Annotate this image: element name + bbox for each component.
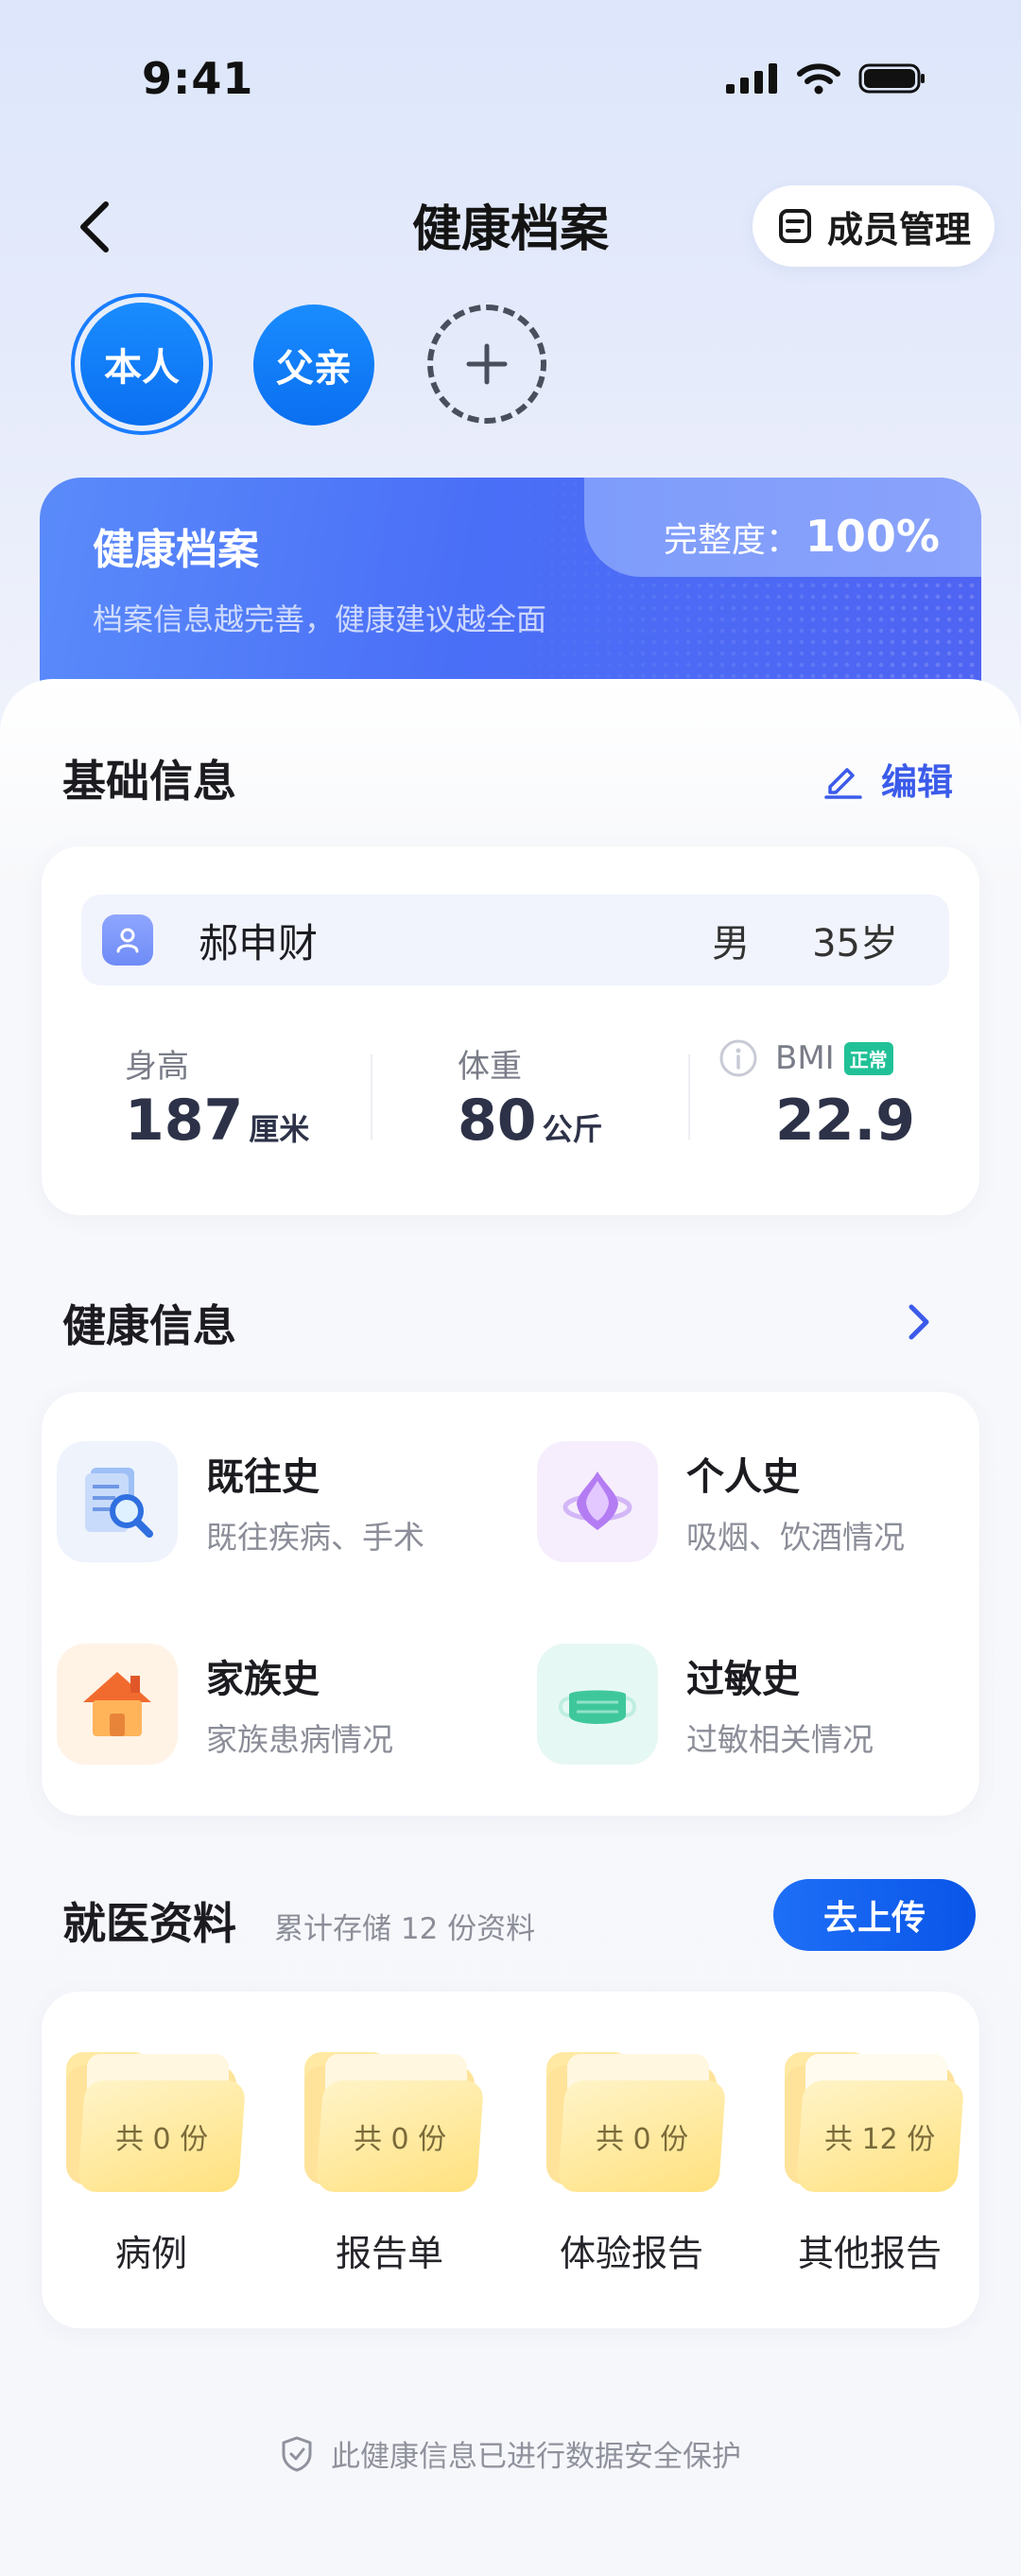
info-icon[interactable] <box>718 1038 758 1078</box>
folder-count: 共 0 份 <box>595 2123 689 2156</box>
metric-divider <box>688 1054 690 1140</box>
status-time: 9:41 <box>142 53 254 104</box>
folder-count: 共 12 份 <box>824 2123 936 2156</box>
bmi-header: BMI 正常 <box>718 1038 893 1078</box>
banner-subtitle: 档案信息越完善，健康建议越全面 <box>93 601 547 637</box>
user-icon <box>102 914 153 966</box>
health-item-title: 家族史 <box>206 1658 320 1701</box>
health-item-subtitle: 吸烟、饮酒情况 <box>686 1519 905 1556</box>
health-item-subtitle: 既往疾病、手术 <box>206 1519 424 1556</box>
edit-label: 编辑 <box>880 761 953 803</box>
shield-icon <box>282 2436 312 2471</box>
height-unit: 厘米 <box>249 1111 310 1147</box>
folder-label: 病例 <box>114 2233 187 2274</box>
folder-icon: 共 12 份 <box>785 2052 965 2192</box>
battery-icon <box>858 63 925 94</box>
security-footer-text: 此健康信息已进行数据安全保护 <box>331 2440 741 2474</box>
folder-exam-report[interactable]: 共 0 份 体验报告 <box>546 2052 727 2276</box>
face-mask-icon <box>537 1644 658 1765</box>
security-footer: 此健康信息已进行数据安全保护 <box>0 2432 1021 2475</box>
member-avatar-self[interactable]: 本人 <box>80 303 203 426</box>
weight-value: 80 <box>458 1088 537 1154</box>
bmi-value: 22.9 <box>775 1088 916 1154</box>
magnifier-document-icon <box>57 1441 178 1562</box>
member-management-button[interactable]: 成员管理 <box>753 185 995 267</box>
folder-other-report[interactable]: 共 12 份 其他报告 <box>785 2052 965 2276</box>
basic-info-title: 基础信息 <box>62 756 236 807</box>
banner-title: 健康档案 <box>93 526 259 574</box>
house-icon <box>57 1644 178 1765</box>
height-value: 187 <box>125 1088 244 1154</box>
add-member-button[interactable] <box>427 305 546 424</box>
weight-unit: 公斤 <box>542 1111 603 1147</box>
personal-orb-icon <box>537 1441 658 1562</box>
folder-count: 共 0 份 <box>114 2123 209 2156</box>
list-document-icon <box>778 209 811 243</box>
folder-label: 体验报告 <box>559 2233 703 2274</box>
folder-icon: 共 0 份 <box>304 2052 485 2192</box>
metric-divider <box>371 1054 372 1140</box>
pencil-icon <box>824 767 862 799</box>
health-item-allergy-history[interactable]: 过敏史 过敏相关情况 <box>537 1644 874 1765</box>
member-avatar-label: 本人 <box>104 346 180 390</box>
completeness-value: 100% <box>805 511 940 562</box>
member-avatar-father[interactable]: 父亲 <box>253 305 374 426</box>
profile-name: 郝申财 <box>199 919 319 966</box>
health-item-title: 过敏史 <box>686 1658 800 1701</box>
bmi-label: BMI <box>775 1039 835 1077</box>
cellular-signal-icon <box>726 63 777 94</box>
folder-count: 共 0 份 <box>353 2123 447 2156</box>
upload-button[interactable]: 去上传 <box>773 1879 976 1951</box>
folder-label: 报告单 <box>335 2233 443 2274</box>
folder-icon: 共 0 份 <box>546 2052 727 2192</box>
health-info-more[interactable] <box>900 1299 938 1349</box>
member-avatar-label: 父亲 <box>276 347 352 391</box>
folder-report[interactable]: 共 0 份 报告单 <box>304 2052 485 2276</box>
health-item-personal-history[interactable]: 个人史 吸烟、饮酒情况 <box>537 1441 905 1562</box>
profile-name-row: 郝申财 男 35岁 <box>81 895 949 985</box>
medical-docs-summary: 累计存储 12 份资料 <box>274 1912 536 1946</box>
profile-gender: 男 <box>712 922 751 966</box>
chevron-right-icon <box>909 1304 929 1340</box>
member-management-label: 成员管理 <box>826 208 971 251</box>
health-item-subtitle: 过敏相关情况 <box>686 1721 874 1758</box>
folder-label: 其他报告 <box>797 2233 942 2274</box>
edit-button[interactable]: 编辑 <box>822 753 953 805</box>
weight-label: 体重 <box>458 1048 522 1086</box>
completeness-label: 完整度： <box>663 521 800 560</box>
folder-icon: 共 0 份 <box>66 2052 247 2192</box>
medical-docs-title: 就医资料 <box>62 1898 236 1949</box>
health-item-title: 既往史 <box>206 1455 320 1499</box>
folder-case[interactable]: 共 0 份 病例 <box>66 2052 247 2276</box>
plus-icon <box>466 343 508 385</box>
profile-age: 35岁 <box>812 922 898 966</box>
health-item-past-history[interactable]: 既往史 既往疾病、手术 <box>57 1441 424 1562</box>
wifi-icon <box>797 63 840 95</box>
health-info-title: 健康信息 <box>62 1300 236 1351</box>
bmi-status-badge: 正常 <box>843 1041 893 1075</box>
completeness-indicator: 完整度： 100% <box>664 511 940 562</box>
status-icons <box>726 62 926 95</box>
health-item-family-history[interactable]: 家族史 家族患病情况 <box>57 1644 393 1765</box>
height-label: 身高 <box>125 1048 189 1086</box>
health-item-subtitle: 家族患病情况 <box>206 1721 393 1758</box>
height-metric: 187 厘米 <box>125 1088 309 1154</box>
weight-metric: 80 公斤 <box>458 1088 603 1154</box>
health-item-title: 个人史 <box>686 1455 800 1499</box>
